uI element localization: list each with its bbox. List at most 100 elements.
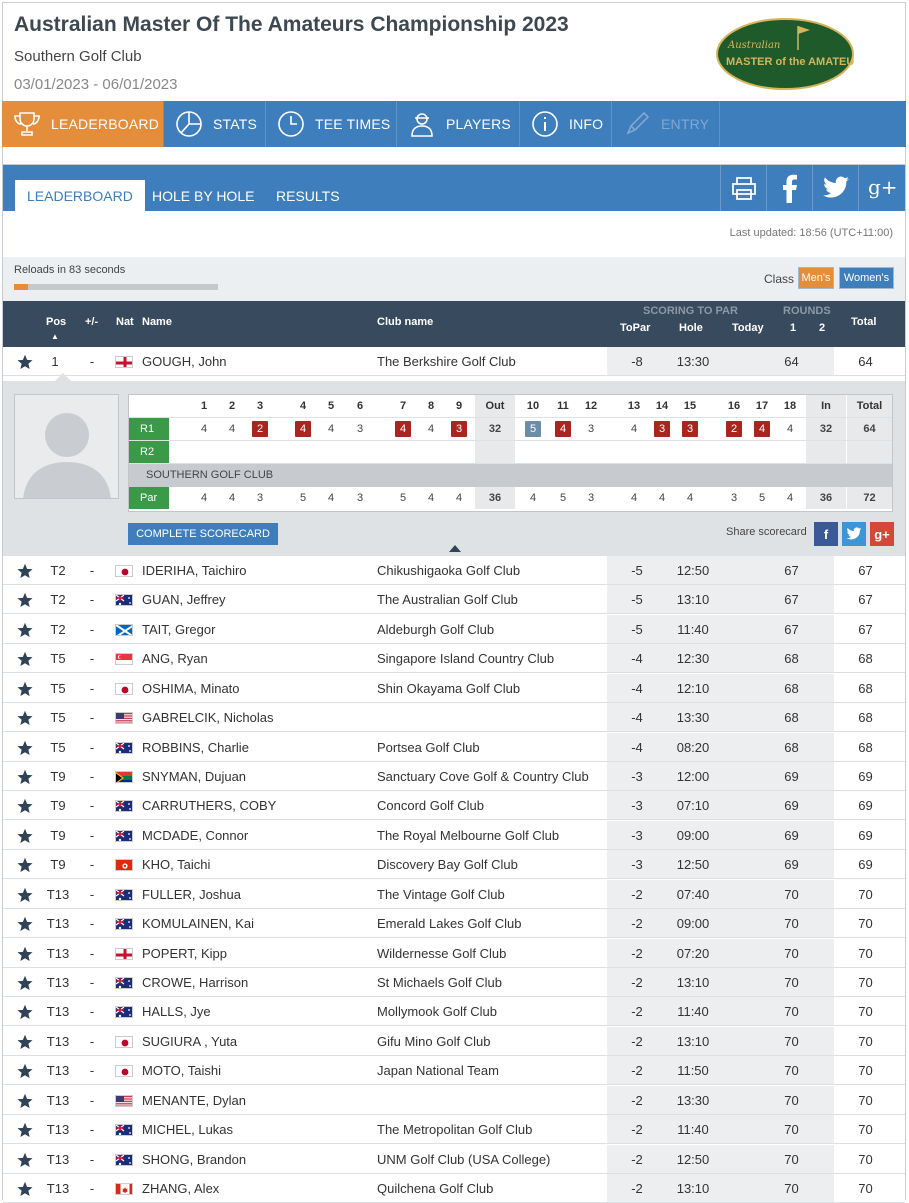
player-name[interactable]: OSHIMA, Minato (142, 674, 240, 703)
table-row[interactable]: T13 - POPERT, Kipp Wildernesse Golf Club -2 0… (3, 939, 905, 968)
table-row[interactable]: T13 - KOMULAINEN, Kai Emerald Lakes Golf Cl… (3, 909, 905, 938)
table-row[interactable]: T13 - MENANTE, Dylan -2 13:30 70 70 (3, 1086, 905, 1115)
favorite-star-icon[interactable] (17, 1034, 33, 1050)
table-row[interactable]: T9 - MCDADE, Connor The Royal Melbourne Gol… (3, 821, 905, 850)
table-row[interactable]: T2 - TAIT, Gregor Aldeburgh Golf Club -5 11:4… (3, 615, 905, 644)
table-row[interactable]: T13 - SHONG, Brandon UNM Golf Club (USA Col… (3, 1145, 905, 1174)
player-total: 70 (858, 1181, 873, 1196)
player-row-leader[interactable]: 1 - GOUGH, John The Berkshire Golf Club … (3, 347, 905, 376)
player-name[interactable]: SHONG, Brandon (142, 1145, 246, 1174)
complete-scorecard-button[interactable]: COMPLETE SCORECARD (128, 523, 278, 545)
table-row[interactable]: T13 - FULLER, Joshua The Vintage Golf Club -… (3, 880, 905, 909)
favorite-star-icon[interactable] (17, 1004, 33, 1020)
facebook-share-button[interactable] (766, 165, 812, 211)
favorite-star-icon[interactable] (17, 887, 33, 903)
favorite-star-icon[interactable] (17, 740, 33, 756)
favorite-star-icon[interactable] (17, 975, 33, 991)
tab-results[interactable]: RESULTS (264, 180, 352, 211)
favorite-star-icon[interactable] (17, 710, 33, 726)
player-change: - (89, 354, 95, 369)
table-row[interactable]: T13 - HALLS, Jye Mollymook Golf Club -2 11:40… (3, 997, 905, 1026)
class-mens-button[interactable]: Men's (798, 267, 834, 289)
hole-score: 4 (391, 418, 415, 440)
table-row[interactable]: T13 - MOTO, Taishi Japan National Team -2 11:… (3, 1056, 905, 1085)
favorite-star-icon[interactable] (17, 1181, 33, 1197)
favorite-star-icon[interactable] (17, 354, 33, 370)
nav-stats[interactable]: STATS (164, 101, 266, 147)
table-row[interactable]: T2 - IDERIHA, Taichiro Chikushigaoka Golf C… (3, 556, 905, 585)
nav-info[interactable]: INFO (520, 101, 612, 147)
table-row[interactable]: T9 - SNYMAN, Dujuan Sanctuary Cove Golf & C… (3, 762, 905, 791)
nav-players[interactable]: PLAYERS (397, 101, 520, 147)
favorite-star-icon[interactable] (17, 681, 33, 697)
player-name[interactable]: MOTO, Taishi (142, 1056, 221, 1085)
favorite-star-icon[interactable] (17, 622, 33, 638)
player-pos: T2 (50, 592, 66, 607)
table-row[interactable]: T9 - KHO, Taichi Discovery Bay Golf Club -3 1… (3, 850, 905, 879)
table-row[interactable]: T13 - ZHANG, Alex Quilchena Golf Club -2 13:1… (3, 1174, 905, 1203)
favorite-star-icon[interactable] (17, 769, 33, 785)
score-marker-bogey: 4 (395, 421, 411, 437)
flag-aus-icon (115, 977, 133, 989)
player-name[interactable]: GOUGH, John (142, 347, 227, 376)
player-name[interactable]: MENANTE, Dylan (142, 1086, 246, 1115)
nav-leaderboard[interactable]: LEADERBOARD (2, 101, 164, 147)
player-name[interactable]: SUGIURA , Yuta (142, 1027, 237, 1056)
favorite-star-icon[interactable] (17, 1093, 33, 1109)
player-name[interactable]: GABRELCIK, Nicholas (142, 703, 274, 732)
scorecard-facebook-button[interactable]: f (814, 522, 838, 546)
google-plus-share-button[interactable]: g+ (858, 165, 904, 211)
favorite-star-icon[interactable] (17, 1063, 33, 1079)
table-row[interactable]: T9 - CARRUTHERS, COBY Concord Golf Club -3 07… (3, 791, 905, 820)
collapse-arrow-icon[interactable] (449, 545, 461, 552)
table-row[interactable]: T2 - GUAN, Jeffrey The Australian Golf Club… (3, 585, 905, 614)
player-total: 67 (858, 622, 873, 637)
flag-aus-icon (115, 800, 133, 812)
player-name[interactable]: CROWE, Harrison (142, 968, 248, 997)
favorite-star-icon[interactable] (17, 1152, 33, 1168)
player-name[interactable]: ANG, Ryan (142, 644, 208, 673)
player-name[interactable]: KOMULAINEN, Kai (142, 909, 254, 938)
favorite-star-icon[interactable] (17, 916, 33, 932)
player-name[interactable]: KHO, Taichi (142, 850, 210, 879)
header-pos[interactable]: Pos (46, 316, 66, 328)
tab-leaderboard[interactable]: LEADERBOARD (15, 180, 145, 211)
favorite-star-icon[interactable] (17, 946, 33, 962)
table-row[interactable]: T13 - MICHEL, Lukas The Metropolitan Golf C… (3, 1115, 905, 1144)
player-name[interactable]: SNYMAN, Dujuan (142, 762, 246, 791)
table-row[interactable]: T13 - SUGIURA , Yuta Gifu Mino Golf Club -2 1… (3, 1027, 905, 1056)
player-name[interactable]: GUAN, Jeffrey (142, 585, 226, 614)
table-row[interactable]: T13 - CROWE, Harrison St Michaels Golf Club… (3, 968, 905, 997)
favorite-star-icon[interactable] (17, 563, 33, 579)
player-name[interactable]: HALLS, Jye (142, 997, 211, 1026)
player-name[interactable]: IDERIHA, Taichiro (142, 556, 247, 585)
class-womens-button[interactable]: Women's (839, 267, 894, 289)
player-name[interactable]: POPERT, Kipp (142, 939, 227, 968)
player-name[interactable]: MCDADE, Connor (142, 821, 248, 850)
scorecard-google-plus-button[interactable]: g+ (870, 522, 894, 546)
favorite-star-icon[interactable] (17, 651, 33, 667)
favorite-star-icon[interactable] (17, 592, 33, 608)
print-button[interactable] (720, 165, 766, 211)
favorite-star-icon[interactable] (17, 798, 33, 814)
favorite-star-icon[interactable] (17, 857, 33, 873)
nav-entry[interactable]: ENTRY (612, 101, 720, 147)
player-r1: 69 (784, 769, 799, 784)
player-name[interactable]: ZHANG, Alex (142, 1174, 219, 1203)
player-name[interactable]: TAIT, Gregor (142, 615, 215, 644)
player-name[interactable]: ROBBINS, Charlie (142, 733, 249, 762)
tab-hole-by-hole[interactable]: HOLE BY HOLE (140, 180, 266, 211)
player-name[interactable]: FULLER, Joshua (142, 880, 241, 909)
favorite-star-icon[interactable] (17, 828, 33, 844)
table-row[interactable]: T5 - OSHIMA, Minato Shin Okayama Golf Club -… (3, 674, 905, 703)
favorite-star-icon[interactable] (17, 1122, 33, 1138)
table-row[interactable]: T5 - ROBBINS, Charlie Portsea Golf Club -4 08… (3, 733, 905, 762)
player-name[interactable]: CARRUTHERS, COBY (142, 791, 276, 820)
scorecard-twitter-button[interactable] (842, 522, 866, 546)
nav-tee-times[interactable]: TEE TIMES (266, 101, 397, 147)
total-score: 64 (863, 423, 876, 435)
player-name[interactable]: MICHEL, Lukas (142, 1115, 233, 1144)
table-row[interactable]: T5 - GABRELCIK, Nicholas -4 13:30 68 68 (3, 703, 905, 732)
table-row[interactable]: T5 - ANG, Ryan Singapore Island Country Clu… (3, 644, 905, 673)
twitter-share-button[interactable] (812, 165, 858, 211)
